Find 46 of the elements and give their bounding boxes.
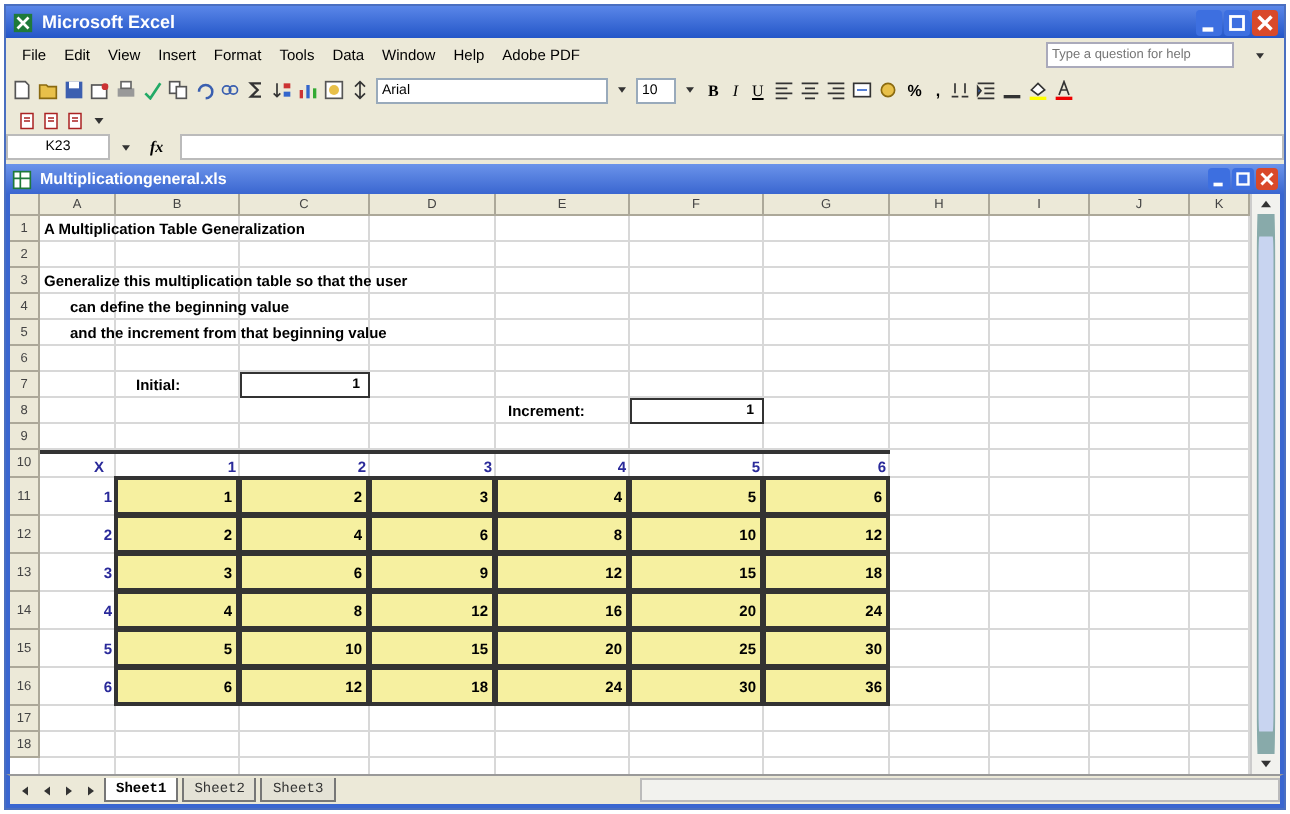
close-icon[interactable] [1256, 168, 1278, 190]
print-icon[interactable] [116, 80, 136, 100]
window-title: Microsoft Excel [42, 12, 176, 32]
align-left-icon[interactable] [773, 80, 794, 100]
drawing-icon[interactable] [324, 80, 344, 100]
chart-icon[interactable] [298, 80, 318, 100]
vertical-scrollbar[interactable] [1250, 194, 1280, 774]
workbook-title: Multiplicationgeneral.xls [40, 170, 227, 188]
autosum-icon[interactable] [246, 80, 266, 100]
italic-button[interactable]: I [728, 81, 743, 99]
bold-button[interactable]: B [704, 81, 723, 99]
copy-icon[interactable] [168, 80, 188, 100]
formula-field[interactable] [179, 134, 1284, 160]
pdf-icon[interactable] [66, 112, 84, 130]
new-document-icon[interactable] [12, 80, 32, 100]
undo-icon[interactable] [194, 80, 214, 100]
spreadsheet-grid[interactable] [10, 194, 1280, 774]
function-button[interactable]: fx [142, 138, 172, 156]
percent-button[interactable]: % [903, 81, 926, 99]
scroll-thumb-icon[interactable] [1256, 214, 1276, 754]
underline-button[interactable]: U [748, 81, 768, 99]
link-icon[interactable] [220, 80, 240, 100]
spreadsheet-icon [12, 169, 32, 189]
minimize-icon[interactable] [1196, 9, 1222, 35]
spreadsheet-icon [12, 11, 34, 33]
merge-icon[interactable] [851, 80, 872, 100]
horizontal-scrollbar[interactable] [639, 778, 1280, 802]
sort-icon[interactable] [272, 80, 292, 100]
save-icon[interactable] [64, 80, 84, 100]
pdf-icon[interactable] [42, 112, 60, 130]
dropdown-icon[interactable] [682, 82, 698, 98]
close-icon[interactable] [1252, 9, 1278, 35]
font-color-icon[interactable] [1054, 80, 1075, 100]
decimal-icon[interactable] [950, 80, 971, 100]
comma-button[interactable]: , [931, 81, 945, 99]
maximize-icon[interactable] [1232, 168, 1254, 190]
dropdown-icon[interactable] [1252, 47, 1268, 63]
align-right-icon[interactable] [825, 80, 846, 100]
minimize-icon[interactable] [1208, 168, 1230, 190]
fill-color-icon[interactable] [1028, 80, 1049, 100]
indent-icon[interactable] [976, 80, 997, 100]
maximize-icon[interactable] [1224, 9, 1250, 35]
dropdown-icon[interactable] [614, 82, 630, 98]
align-center-icon[interactable] [799, 80, 820, 100]
pdf-icon[interactable] [18, 112, 36, 130]
folder-icon[interactable] [38, 80, 58, 100]
